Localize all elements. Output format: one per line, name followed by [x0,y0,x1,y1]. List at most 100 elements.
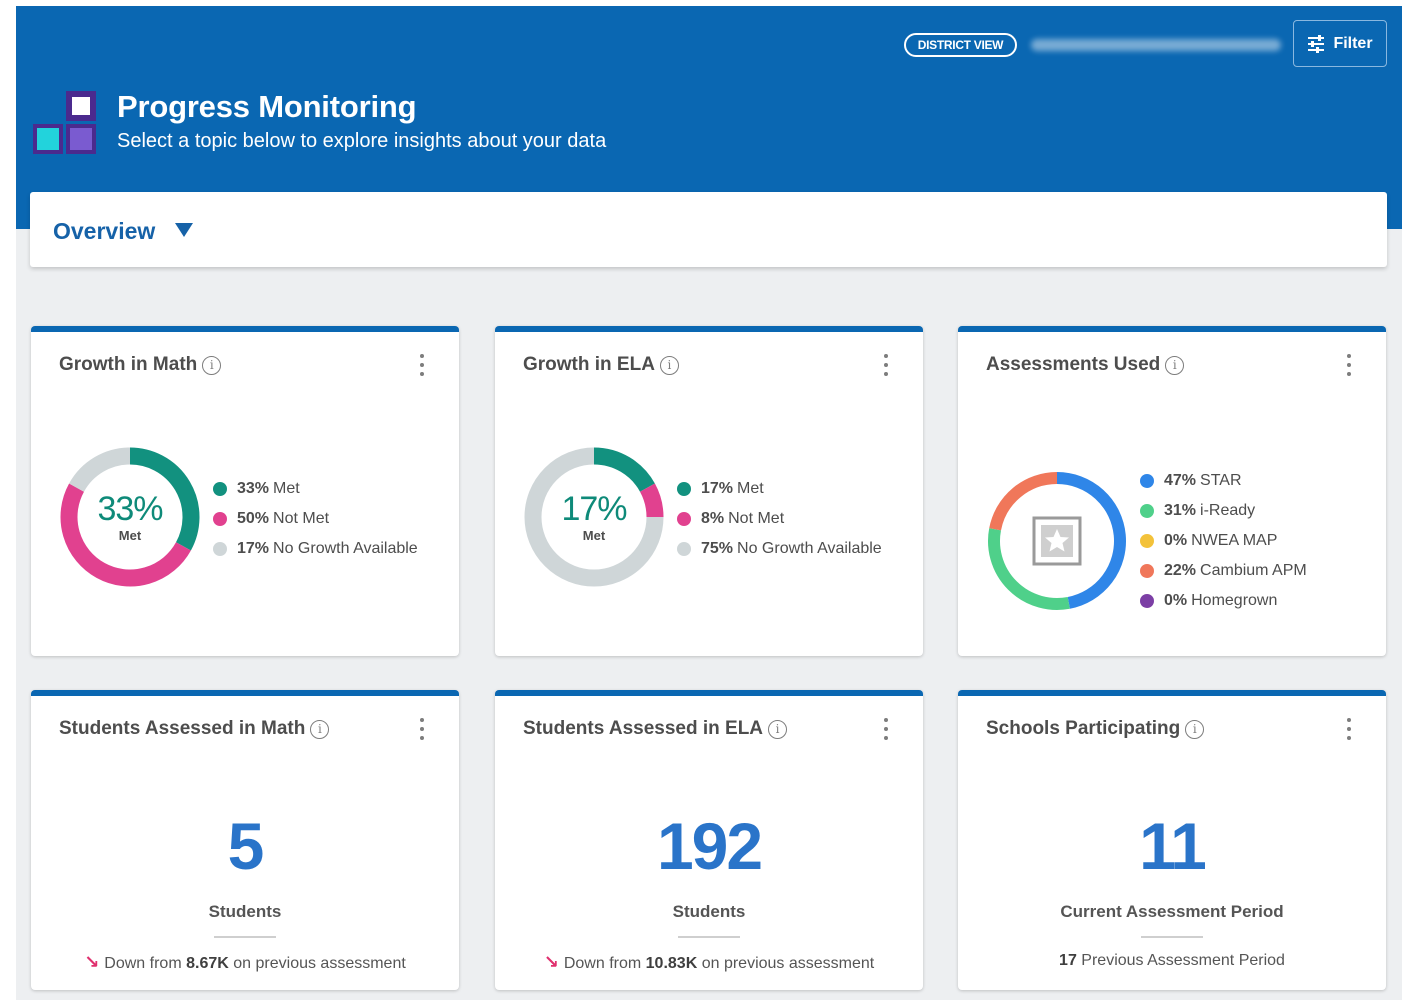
legend-percent: 33% [237,480,270,497]
legend-item: 0% Homegrown [1140,586,1307,616]
donut-center-label: Met [582,528,606,543]
app-frame: Progress Monitoring Select a topic below… [16,6,1402,1000]
more-options-icon[interactable] [1345,354,1353,376]
more-options-icon[interactable] [418,354,426,376]
schools-count: 11 [1139,809,1207,883]
growth-math-legend: 33% Met 50% Not Met 17% No Growth Available [213,474,418,564]
schools-participating-card: Schools Participating i 11 Current Asses… [958,690,1386,990]
legend-label: Met [273,480,300,497]
students-assessed-math-card: Students Assessed in Math i 5 Students ↘… [31,690,459,990]
students-math-trend: ↘ Down from 8.67K on previous assessment [84,952,406,972]
legend-swatch [1140,534,1154,548]
page-subtitle: Select a topic below to explore insights… [117,130,607,152]
legend-swatch [213,512,227,526]
divider [678,936,740,938]
students-ela-trend: ↘ Down from 10.83K on previous assessment [543,952,875,972]
legend-label: i-Ready [1200,502,1256,519]
growth-math-donut: 33% Met [59,446,201,588]
legend-item: 50% Not Met [213,504,418,534]
legend-percent: 17% [237,540,270,557]
legend-item: 33% Met [213,474,418,504]
students-ela-count: 192 [656,809,763,883]
assessments-legend: 47% STAR 31% i-Ready 0% NWEA MAP 22% Cambium AP… [1140,466,1307,616]
legend-percent: 50% [237,510,270,527]
card-title: Students Assessed in Math i [59,718,330,740]
district-view-badge: DISTRICT VIEW [904,33,1017,57]
info-icon[interactable]: i [768,719,788,739]
card-title: Assessments Used i [986,354,1185,376]
legend-item: 22% Cambium APM [1140,556,1307,586]
legend-label: Met [737,480,764,497]
progress-monitoring-logo-icon [33,91,97,155]
donut-center-value: 17% [561,490,627,528]
students-math-count: 5 [227,809,265,883]
legend-item: 17% No Growth Available [213,534,418,564]
legend-swatch [677,482,691,496]
growth-ela-donut: 17% Met [523,446,665,588]
topic-selector[interactable]: Overview [30,192,1387,267]
growth-in-math-card: Growth in Math i 33% Met 33% Met 50% Not Me… [31,326,459,656]
legend-label: Cambium APM [1200,562,1307,579]
legend-percent: 17% [701,480,734,497]
card-title: Schools Participating i [986,718,1205,740]
assessments-donut-svg [988,472,1126,610]
info-icon[interactable]: i [1165,355,1185,375]
card-title: Students Assessed in ELA i [523,718,788,740]
legend-label: No Growth Available [737,540,882,557]
legend-item: 47% STAR [1140,466,1307,496]
info-icon[interactable]: i [202,355,222,375]
topic-selector-label: Overview [53,218,156,244]
legend-swatch [1140,504,1154,518]
legend-label: NWEA MAP [1191,532,1278,549]
donut-center-value: 33% [97,490,163,528]
filter-button[interactable]: Filter [1293,20,1387,67]
legend-item: 17% Met [677,474,882,504]
info-icon[interactable]: i [310,719,330,739]
legend-swatch [677,542,691,556]
filter-button-label: Filter [1333,34,1373,52]
district-name-redacted [1031,39,1281,51]
legend-label: Homegrown [1191,592,1278,609]
more-options-icon[interactable] [418,718,426,740]
star-badge-icon [1032,516,1082,566]
legend-swatch [1140,564,1154,578]
more-options-icon[interactable] [882,718,890,740]
more-options-icon[interactable] [1345,718,1353,740]
page-title: Progress Monitoring [117,89,417,124]
donut-center-label: Met [118,528,142,543]
trend-down-icon: ↘ [543,952,559,972]
legend-label: Not Met [728,510,785,527]
assessments-donut [986,470,1128,612]
schools-label: Current Assessment Period [1060,902,1284,921]
assessments-used-card: Assessments Used i 47% STAR 31% i-Ready 0% NW… [958,326,1386,656]
divider [1141,936,1203,938]
legend-swatch [213,542,227,556]
students-math-label: Students [208,902,282,921]
divider [214,936,276,938]
more-options-icon[interactable] [882,354,890,376]
legend-swatch [677,512,691,526]
caret-down-icon [175,223,193,237]
donut-segment-no-growth-available [69,447,131,493]
legend-swatch [1140,594,1154,608]
students-assessed-ela-card: Students Assessed in ELA i 192 Students … [495,690,923,990]
card-title: Growth in Math i [59,354,222,376]
growth-in-ela-card: Growth in ELA i 17% Met 17% Met 8% Not Met 7… [495,326,923,656]
legend-percent: 47% [1164,472,1197,489]
info-icon[interactable]: i [659,355,679,375]
legend-percent: 0% [1164,592,1188,609]
legend-item: 8% Not Met [677,504,882,534]
info-icon[interactable]: i [1185,719,1205,739]
legend-item: 31% i-Ready [1140,496,1307,526]
legend-item: 0% NWEA MAP [1140,526,1307,556]
legend-percent: 22% [1164,562,1197,579]
legend-percent: 8% [701,510,725,527]
legend-percent: 75% [701,540,734,557]
legend-swatch [1140,474,1154,488]
legend-label: No Growth Available [273,540,418,557]
donut-segment-met [593,447,655,493]
legend-label: STAR [1200,472,1242,489]
legend-percent: 31% [1164,502,1197,519]
legend-item: 75% No Growth Available [677,534,882,564]
schools-previous-period: 17 Previous Assessment Period [1059,952,1285,969]
